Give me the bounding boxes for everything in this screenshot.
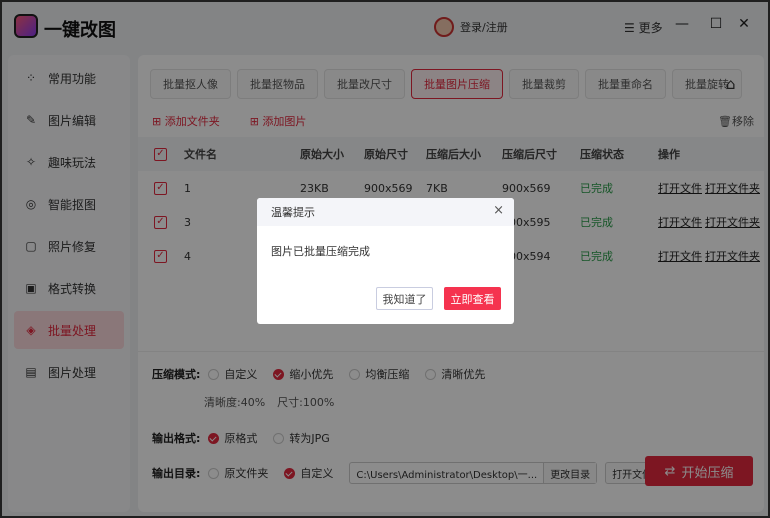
dialog-title: 温馨提示 <box>271 206 315 219</box>
view-now-button[interactable]: 立即查看 <box>444 287 501 310</box>
notice-dialog: 温馨提示 × 图片已批量压缩完成 我知道了 立即查看 <box>257 198 514 324</box>
dialog-message: 图片已批量压缩完成 <box>271 245 370 258</box>
dismiss-button[interactable]: 我知道了 <box>376 287 433 310</box>
dialog-close-icon[interactable]: × <box>493 203 504 218</box>
